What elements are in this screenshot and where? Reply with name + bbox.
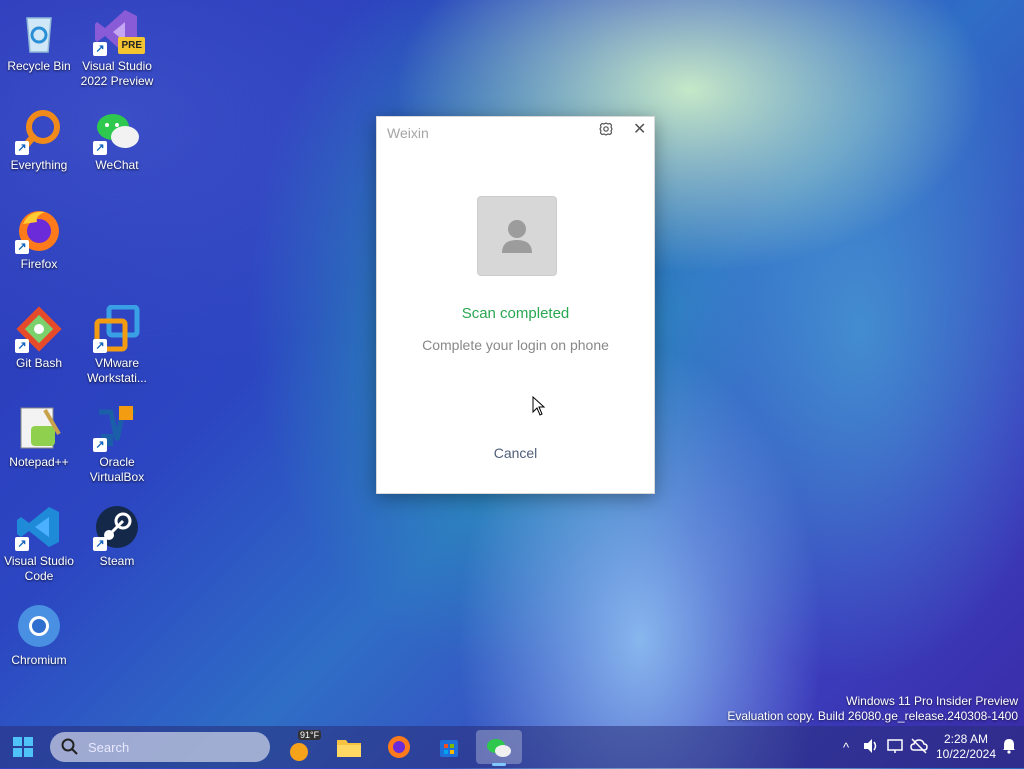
recycle-bin-icon [15, 8, 63, 56]
weather-widget[interactable]: 91°F [284, 730, 322, 764]
volume-icon[interactable] [862, 738, 880, 757]
wechat-icon: ↗ [93, 107, 141, 155]
desktop-icon-notepad-plus-plus[interactable]: Notepad++ [1, 404, 77, 470]
desktop-icon-label: Chromium [11, 653, 67, 667]
taskbar-search-input[interactable]: Search [50, 732, 270, 762]
desktop-icon-label: Notepad++ [9, 455, 69, 469]
weixin-login-dialog: Weixin ✕ Scan completed Complete your lo… [376, 116, 655, 494]
mouse-cursor-icon [532, 395, 546, 421]
shortcut-arrow-icon: ↗ [15, 240, 29, 254]
dialog-title: Weixin [387, 125, 429, 141]
taskbar-firefox[interactable] [382, 730, 416, 764]
everything-search-icon: ↗ [15, 107, 63, 155]
shortcut-arrow-icon: ↗ [15, 537, 29, 551]
shortcut-arrow-icon: ↗ [93, 339, 107, 353]
windows-watermark: Windows 11 Pro Insider Preview Evaluatio… [727, 694, 1018, 724]
desktop-icon-virtualbox[interactable]: ↗ Oracle VirtualBox [79, 404, 155, 485]
start-button[interactable] [6, 730, 40, 764]
weather-temperature: 91°F [298, 730, 322, 740]
firefox-icon: ↗ [15, 206, 63, 254]
desktop-icon-visual-studio-preview[interactable]: PRE ↗ Visual Studio 2022 Preview [79, 8, 155, 89]
vmware-icon: ↗ [93, 304, 141, 353]
shortcut-arrow-icon: ↗ [93, 537, 107, 551]
clock-time: 2:28 AM [943, 732, 989, 746]
taskbar: Search 91°F ^ 2:28 AM 10/22/2024 [0, 726, 1024, 768]
desktop-icon-label: Everything [10, 158, 68, 172]
desktop-icon-git-bash[interactable]: ↗ Git Bash [1, 305, 77, 371]
desktop-icon-label: Steam [99, 554, 135, 568]
microsoft-store-icon [440, 740, 458, 757]
desktop-icon-firefox[interactable]: ↗ Firefox [1, 206, 77, 272]
virtualbox-icon: ↗ [93, 404, 141, 452]
chromium-icon [15, 602, 63, 650]
default-user-icon [502, 220, 532, 253]
show-hidden-icons-chevron[interactable]: ^ [843, 740, 849, 755]
taskbar-file-explorer[interactable] [332, 730, 366, 764]
settings-gear-icon[interactable] [599, 122, 613, 136]
watermark-line-1: Windows 11 Pro Insider Preview [846, 694, 1018, 708]
desktop-icon-chromium[interactable]: Chromium [1, 602, 77, 668]
desktop-icon-label: Recycle Bin [7, 59, 71, 73]
notification-bell-icon[interactable] [1002, 738, 1016, 757]
desktop-icon-label: Oracle VirtualBox [89, 455, 145, 484]
taskbar-store[interactable] [432, 730, 466, 764]
notepad-plus-plus-icon [15, 404, 63, 452]
avatar [477, 196, 557, 276]
shortcut-arrow-icon: ↗ [15, 339, 29, 353]
desktop-icon-label: Git Bash [15, 356, 63, 370]
git-bash-icon: ↗ [15, 305, 63, 353]
scan-status-text: Scan completed [461, 305, 570, 322]
shortcut-arrow-icon: ↗ [93, 141, 107, 155]
taskbar-clock[interactable]: 2:28 AM 10/22/2024 [926, 732, 1006, 762]
desktop-icon-label: Visual Studio 2022 Preview [80, 59, 154, 88]
desktop-icon-vscode[interactable]: ↗ Visual Studio Code [1, 503, 77, 584]
network-icon[interactable] [886, 738, 904, 757]
desktop-icon-label: VMware Workstati... [87, 356, 147, 385]
login-hint-text: Complete your login on phone [422, 337, 609, 353]
wechat-icon [487, 739, 511, 757]
close-icon[interactable]: ✕ [633, 119, 646, 139]
active-app-indicator [492, 763, 506, 766]
shortcut-arrow-icon: ↗ [93, 42, 107, 56]
folder-icon [337, 740, 361, 757]
watermark-line-2: Evaluation copy. Build 26080.ge_release.… [727, 709, 1018, 723]
preview-badge: PRE [118, 37, 145, 54]
firefox-icon [388, 736, 410, 758]
search-icon [61, 738, 78, 755]
shortcut-arrow-icon: ↗ [93, 438, 107, 452]
shortcut-arrow-icon: ↗ [15, 141, 29, 155]
desktop-icon-steam[interactable]: ↗ Steam [79, 503, 155, 569]
cancel-button[interactable]: Cancel [377, 445, 654, 461]
desktop-icon-wechat[interactable]: ↗ WeChat [79, 107, 155, 173]
steam-icon: ↗ [93, 503, 141, 551]
clock-date: 10/22/2024 [935, 747, 997, 761]
desktop-icon-everything[interactable]: ↗ Everything [1, 107, 77, 173]
desktop-icon-label: Firefox [20, 257, 58, 271]
desktop-icon-label: WeChat [95, 158, 139, 172]
search-placeholder: Search [88, 740, 130, 755]
windows-logo-icon [13, 737, 33, 757]
visual-studio-preview-icon: PRE ↗ [93, 8, 145, 56]
desktop-icon-label: Visual Studio Code [4, 554, 74, 583]
desktop-icon-recycle-bin[interactable]: Recycle Bin [1, 8, 77, 74]
desktop-icon-vmware[interactable]: ↗ VMware Workstati... [79, 304, 155, 386]
taskbar-wechat[interactable] [476, 730, 522, 766]
vscode-icon: ↗ [15, 503, 63, 551]
